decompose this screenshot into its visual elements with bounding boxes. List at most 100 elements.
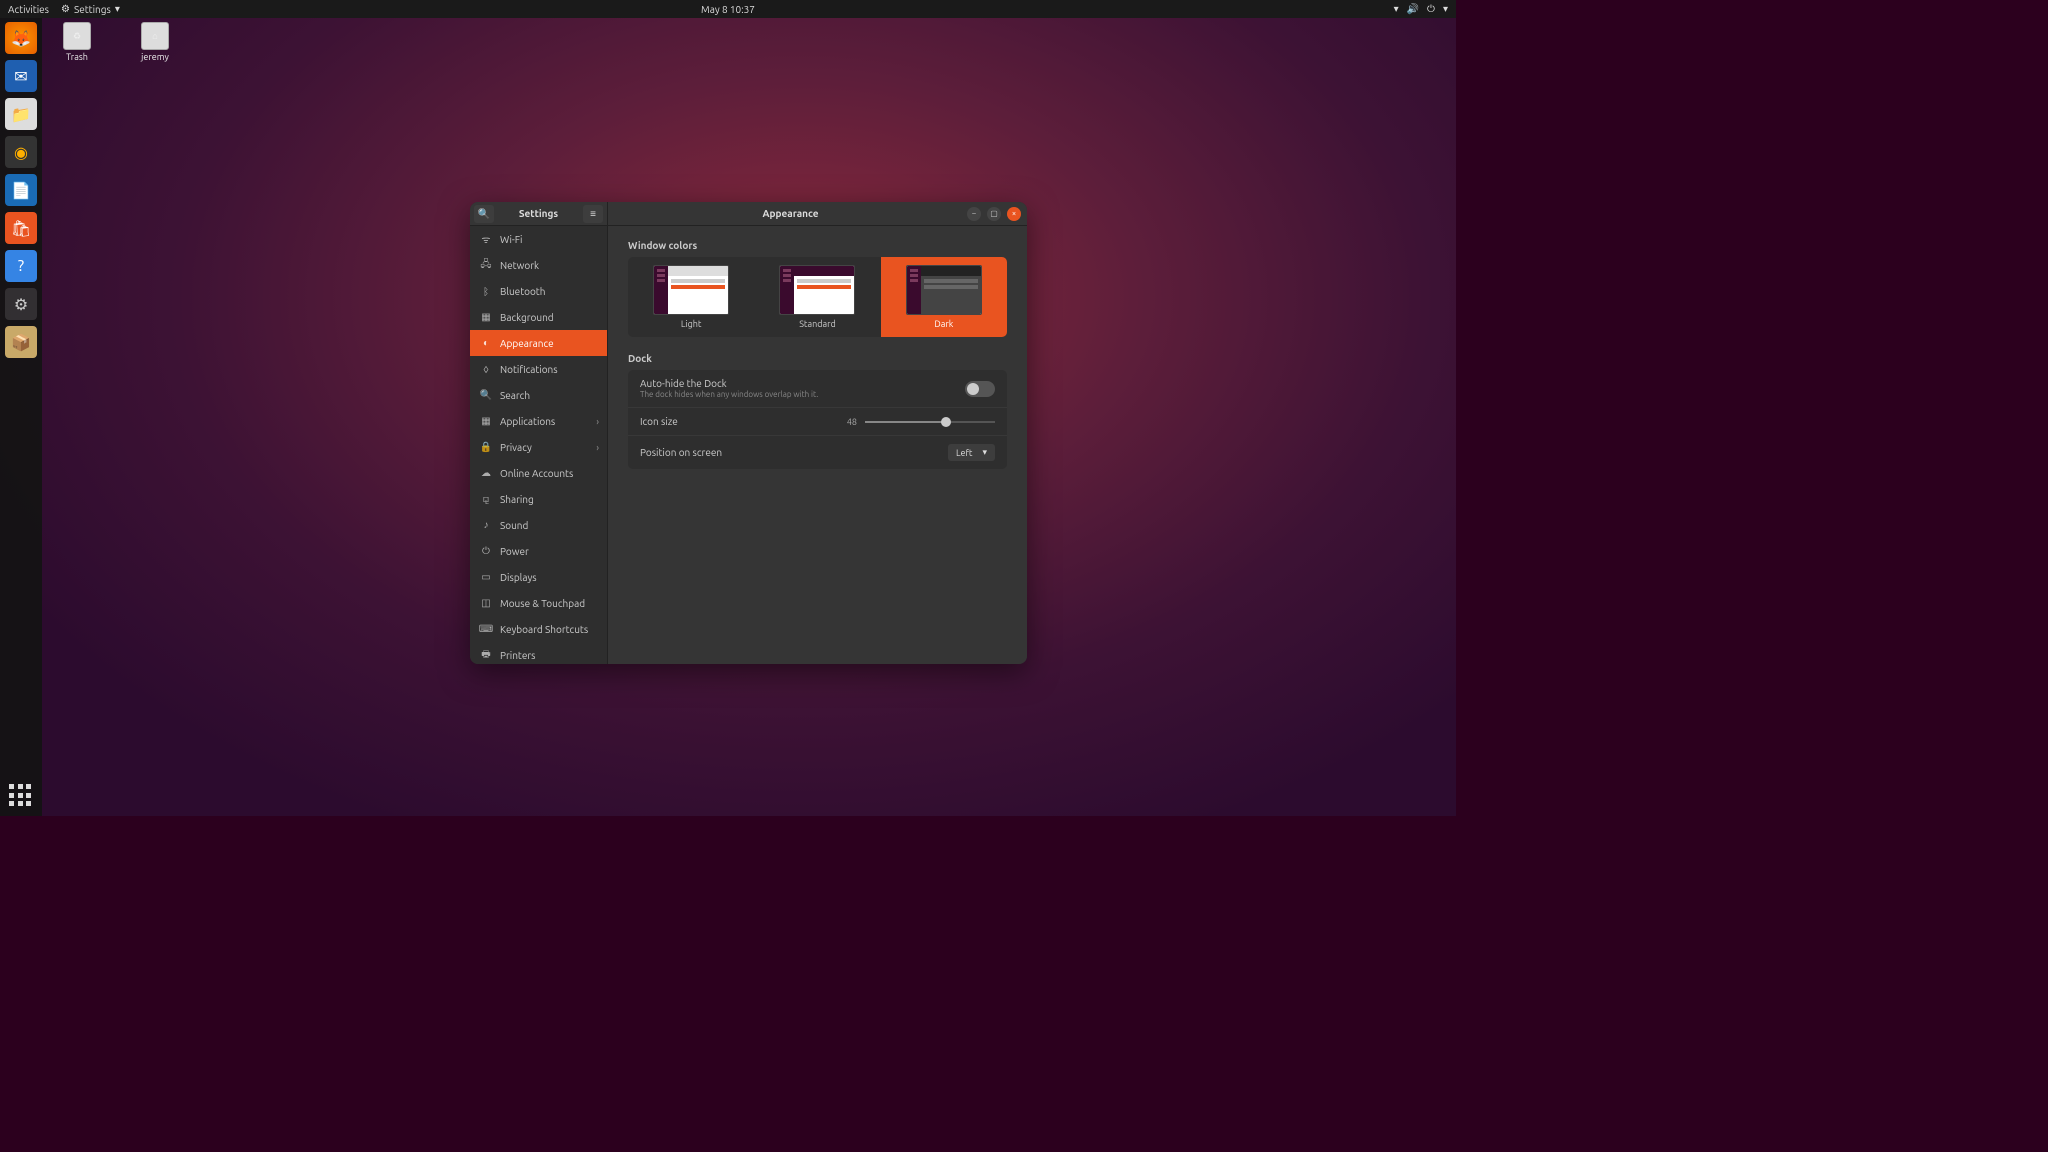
sidebar-item-sharing[interactable]: ⚼ Sharing — [470, 486, 607, 512]
section-dock: Dock — [628, 353, 1007, 364]
clock[interactable]: May 8 10:37 — [701, 4, 755, 15]
icon-size-slider[interactable] — [865, 421, 995, 423]
dock-archive[interactable]: 📦 — [5, 326, 37, 358]
sidebar-item-bluetooth[interactable]: ᛒ Bluetooth — [470, 278, 607, 304]
sidebar-item-network[interactable]: 🖧 Network — [470, 252, 607, 278]
theme-standard[interactable]: Standard — [754, 257, 880, 337]
search-icon: 🔍 — [480, 389, 492, 401]
dock-help[interactable]: ? — [5, 250, 37, 282]
network-icon: 🖧 — [480, 259, 492, 271]
chevron-down-icon[interactable]: ▾ — [1443, 3, 1448, 15]
sidebar-item-label: Power — [500, 546, 529, 557]
theme-label: Dark — [934, 319, 953, 329]
sidebar-item-printers[interactable]: 🖶 Printers — [470, 642, 607, 664]
dock-software[interactable]: 🛍 — [5, 212, 37, 244]
slider-handle[interactable] — [941, 417, 951, 427]
sidebar-item-label: Bluetooth — [500, 286, 545, 297]
sidebar-item-displays[interactable]: ▭Displays — [470, 564, 607, 590]
maximize-button[interactable]: ▢ — [987, 207, 1001, 221]
position-select[interactable]: Left ▾ — [948, 444, 995, 461]
sidebar-item-label: Sharing — [500, 494, 534, 505]
sidebar-item-appearance[interactable]: ◐Appearance — [470, 330, 607, 356]
current-app-label: Settings — [74, 4, 111, 15]
dock-rhythmbox[interactable]: ◉ — [5, 136, 37, 168]
desktop-icon-label: Trash — [66, 52, 88, 62]
network-icon[interactable]: ▾ — [1394, 3, 1399, 15]
show-applications[interactable] — [9, 784, 33, 808]
keyboard-icon: ⌨ — [480, 623, 492, 635]
desktop-icon-home[interactable]: ⌂ jeremy — [128, 22, 182, 62]
sidebar-item-label: Network — [500, 260, 539, 271]
printer-icon: 🖶 — [480, 649, 492, 661]
bell-icon: ◊ — [480, 363, 492, 375]
sidebar-item-wifi[interactable]: ᯤ Wi-Fi — [470, 226, 607, 252]
power-icon[interactable]: ⏻ — [1427, 3, 1435, 15]
cloud-icon: ☁ — [480, 467, 492, 479]
sidebar-item-label: Wi-Fi — [500, 234, 522, 245]
theme-light[interactable]: Light — [628, 257, 754, 337]
chevron-right-icon: › — [596, 416, 599, 427]
sidebar-item-label: Privacy — [500, 442, 532, 453]
content-area: Window colors Light Standard Dark — [608, 226, 1027, 664]
sidebar-item-label: Applications — [500, 416, 555, 427]
dock-files[interactable]: 📁 — [5, 98, 37, 130]
bluetooth-icon: ᛒ — [480, 285, 492, 297]
section-window-colors: Window colors — [628, 240, 1007, 251]
trash-icon: ♻ — [63, 22, 91, 50]
search-button[interactable]: 🔍 — [474, 205, 494, 223]
sidebar-item-search[interactable]: 🔍 Search — [470, 382, 607, 408]
volume-icon[interactable]: 🔊 — [1407, 3, 1419, 15]
minimize-button[interactable]: − — [967, 207, 981, 221]
titlebar[interactable]: 🔍 Settings ≡ Appearance − ▢ × — [470, 202, 1027, 226]
sidebar-item-keyboard[interactable]: ⌨Keyboard Shortcuts — [470, 616, 607, 642]
share-icon: ⚼ — [480, 493, 492, 505]
sidebar-item-label: Displays — [500, 572, 537, 583]
position-label: Position on screen — [640, 447, 722, 458]
theme-dark[interactable]: Dark — [881, 257, 1007, 337]
mouse-icon: ◫ — [480, 597, 492, 609]
theme-preview-standard — [779, 265, 855, 315]
chevron-down-icon: ▾ — [982, 447, 987, 458]
close-button[interactable]: × — [1007, 207, 1021, 221]
desktop-icons: ♻ Trash ⌂ jeremy — [50, 22, 182, 62]
sidebar-item-label: Background — [500, 312, 554, 323]
settings-window: 🔍 Settings ≡ Appearance − ▢ × ᯤ Wi-Fi 🖧 Ne… — [470, 202, 1027, 664]
sidebar-item-online-accounts[interactable]: ☁Online Accounts — [470, 460, 607, 486]
window-title-right: Appearance — [614, 208, 967, 219]
sidebar-item-background[interactable]: ▦ Background — [470, 304, 607, 330]
home-icon: ⌂ — [141, 22, 169, 50]
sidebar-item-privacy[interactable]: 🔒Privacy› — [470, 434, 607, 460]
desktop-icon-trash[interactable]: ♻ Trash — [50, 22, 104, 62]
icon-size-label: Icon size — [640, 416, 678, 427]
sidebar-item-label: Printers — [500, 650, 535, 661]
icon-size-row: Icon size 48 — [628, 408, 1007, 436]
settings-icon: ⚙ — [61, 3, 70, 15]
chevron-down-icon: ▾ — [115, 3, 120, 15]
sidebar-item-label: Search — [500, 390, 530, 401]
wifi-icon: ᯤ — [480, 233, 492, 245]
sidebar-item-sound[interactable]: ♪Sound — [470, 512, 607, 538]
dock-writer[interactable]: 📄 — [5, 174, 37, 206]
theme-selector: Light Standard Dark — [628, 257, 1007, 337]
sidebar-item-power[interactable]: ⏻Power — [470, 538, 607, 564]
sidebar-item-mouse[interactable]: ◫Mouse & Touchpad — [470, 590, 607, 616]
current-app-indicator[interactable]: ⚙ Settings ▾ — [61, 3, 120, 15]
autohide-toggle[interactable] — [965, 381, 995, 397]
theme-preview-light — [653, 265, 729, 315]
position-value: Left — [956, 448, 973, 458]
background-icon: ▦ — [480, 311, 492, 323]
dock-firefox[interactable]: 🦊 — [5, 22, 37, 54]
activities-button[interactable]: Activities — [8, 4, 49, 15]
autohide-label: Auto-hide the Dock — [640, 378, 818, 389]
topbar: Activities ⚙ Settings ▾ May 8 10:37 ▾ 🔊 … — [0, 0, 1456, 18]
sidebar: ᯤ Wi-Fi 🖧 Network ᛒ Bluetooth ▦ Background ◐… — [470, 226, 608, 664]
dock-thunderbird[interactable]: ✉ — [5, 60, 37, 92]
sidebar-item-notifications[interactable]: ◊Notifications — [470, 356, 607, 382]
theme-label: Standard — [799, 319, 836, 329]
autohide-row: Auto-hide the Dock The dock hides when a… — [628, 370, 1007, 408]
window-title-left: Settings — [498, 208, 579, 219]
hamburger-button[interactable]: ≡ — [583, 205, 603, 223]
sidebar-item-applications[interactable]: ▦Applications› — [470, 408, 607, 434]
theme-preview-dark — [906, 265, 982, 315]
dock-settings[interactable]: ⚙ — [5, 288, 37, 320]
